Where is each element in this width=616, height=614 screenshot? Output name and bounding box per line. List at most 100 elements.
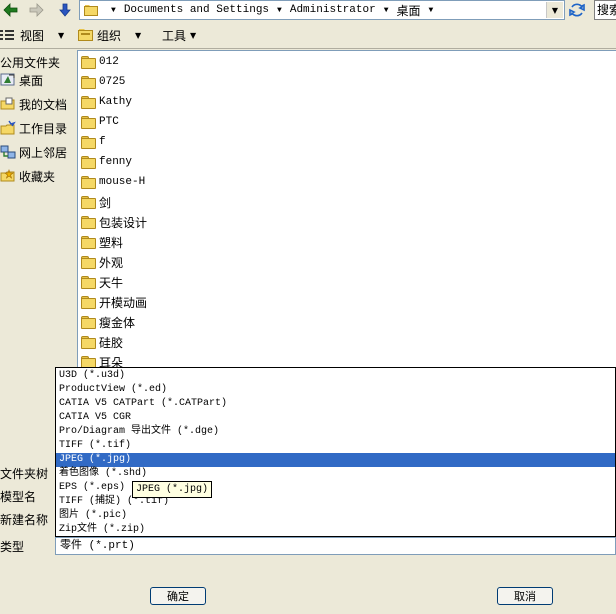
organize-menu[interactable]: 组织 ▼ [78,26,141,44]
type-option[interactable]: ProductView (*.ed) [56,383,615,397]
folder-icon [81,296,96,309]
folder-icon [84,5,98,16]
folder-row[interactable]: PTC [81,113,119,131]
history-down-button[interactable] [55,1,75,19]
folder-row[interactable]: 塑料 [81,233,123,251]
folder-row[interactable]: 0725 [81,73,125,91]
address-bar-row: ▼ Documents and Settings ▼ Administrator… [0,0,616,22]
type-option[interactable]: TIFF (*.tif) [56,439,615,453]
type-dropdown-list[interactable]: U3D (*.u3d) ProductView (*.ed) CATIA V5 … [55,367,616,537]
folder-row[interactable]: 硅胶 [81,333,123,351]
back-arrow-icon [3,3,18,17]
nav-item-label: 网上邻居 [19,145,68,160]
folder-icon [81,216,96,229]
folder-name: 开模动画 [99,295,148,310]
breadcrumb-separator-icon: ▼ [277,5,282,15]
folder-row[interactable]: mouse-H [81,173,145,191]
common-folders-header: 公用文件夹 [0,55,61,70]
type-option[interactable]: 图片 (*.pic) [56,509,615,523]
nav-item-favorites[interactable]: 收藏夹 [0,166,55,186]
folder-icon [81,56,96,69]
nav-item-network[interactable]: 网上邻居 [0,142,67,162]
nav-item-label: 桌面 [19,73,44,88]
type-label: 类型 [0,540,25,554]
folder-row[interactable]: 天牛 [81,273,123,291]
folder-row[interactable]: 瘦金体 [81,313,135,331]
model-name-label: 模型名 [0,490,37,504]
folder-name: 012 [99,56,119,68]
folder-icon [81,236,96,249]
folder-row[interactable]: 剑 [81,193,111,211]
folder-name: 瘦金体 [99,315,136,330]
refresh-icon [569,3,585,17]
type-option[interactable]: Zip文件 (*.zip) [56,523,615,537]
folder-icon [81,276,96,289]
cancel-button[interactable]: 取消 [497,587,553,605]
folder-row[interactable]: Kathy [81,93,132,111]
type-option[interactable]: CATIA V5 CGR [56,411,615,425]
forward-arrow-icon [29,3,44,17]
breadcrumb-item[interactable]: Administrator [290,4,376,16]
folder-name: 包装设计 [99,215,148,230]
folder-row[interactable]: 包装设计 [81,213,147,231]
folder-icon [81,336,96,349]
type-option[interactable]: U3D (*.u3d) [56,369,615,383]
address-field[interactable]: ▼ Documents and Settings ▼ Administrator… [79,0,565,20]
folder-icon [81,96,96,109]
refresh-button[interactable] [566,0,588,20]
folder-name: fenny [99,156,133,168]
breadcrumb-item[interactable]: 桌面 [397,2,421,19]
nav-item-my-documents[interactable]: 我的文档 [0,94,67,114]
nav-item-label: 工作目录 [19,121,68,136]
folder-icon [81,76,96,89]
folder-name: Kathy [99,96,133,108]
type-option[interactable]: CATIA V5 CATPart (*.CATPart) [56,397,615,411]
folder-name: 外观 [99,255,124,270]
breadcrumb-separator-icon: ▼ [428,5,434,15]
folder-name: f [99,136,106,148]
nav-item-working-directory[interactable]: 工作目录 [0,118,67,138]
folder-row[interactable]: 外观 [81,253,123,271]
folder-row[interactable]: 012 [81,53,119,71]
type-option[interactable]: Pro/Diagram 导出文件 (*.dge) [56,425,615,439]
folder-icon [81,136,96,149]
file-list[interactable]: 012 0725 Kathy PTC f fenny mouse-H 剑 包装设… [77,50,616,369]
type-option[interactable]: 着色图像 (*.shd) [56,467,615,481]
chevron-down-icon: ▼ [58,30,65,40]
folder-row[interactable]: 开模动画 [81,293,147,311]
view-menu[interactable]: 视图 ▼ [0,26,64,44]
nav-item-label: 收藏夹 [19,169,56,184]
folder-icon [81,316,96,329]
back-button[interactable] [0,1,20,19]
breadcrumb-item[interactable]: Documents and Settings [124,4,269,16]
cancel-label: 取消 [514,590,536,603]
folder-icon [81,116,96,129]
type-combobox[interactable]: 零件 (*.prt) [55,537,616,555]
ok-button[interactable]: 确定 [150,587,206,605]
folder-tree-label[interactable]: 文件夹树 [0,465,48,482]
my-documents-icon [0,97,15,110]
tools-label: 工具 [162,28,187,43]
folder-name: 硅胶 [99,335,124,350]
breadcrumb-separator-icon: ▼ [383,5,389,15]
search-button[interactable]: 搜索 [594,0,616,20]
folder-icon [81,256,96,269]
favorites-icon [0,169,15,182]
folder-name: 塑料 [99,235,124,250]
tools-menu[interactable]: 工具 ▼ [162,26,196,44]
folder-row[interactable]: fenny [81,153,132,171]
nav-item-label: 我的文档 [19,97,68,112]
view-list-icon [0,30,14,40]
option-tooltip: JPEG (*.jpg) [132,481,213,498]
folder-row[interactable]: f [81,133,106,151]
nav-item-desktop[interactable]: 桌面 [0,70,43,90]
working-directory-icon [0,120,16,135]
folder-icon [81,176,96,189]
ok-label: 确定 [167,590,189,603]
common-folders-pane: 公用文件夹 桌面 我的文档 工作目录 网上邻居 收藏夹 [0,50,76,370]
folder-name: 剑 [99,195,112,210]
new-name-label: 新建名称 [0,513,49,527]
forward-button[interactable] [27,1,47,19]
type-option-selected[interactable]: JPEG (*.jpg) [56,453,615,467]
address-dropdown-button[interactable]: ▼ [546,2,563,18]
